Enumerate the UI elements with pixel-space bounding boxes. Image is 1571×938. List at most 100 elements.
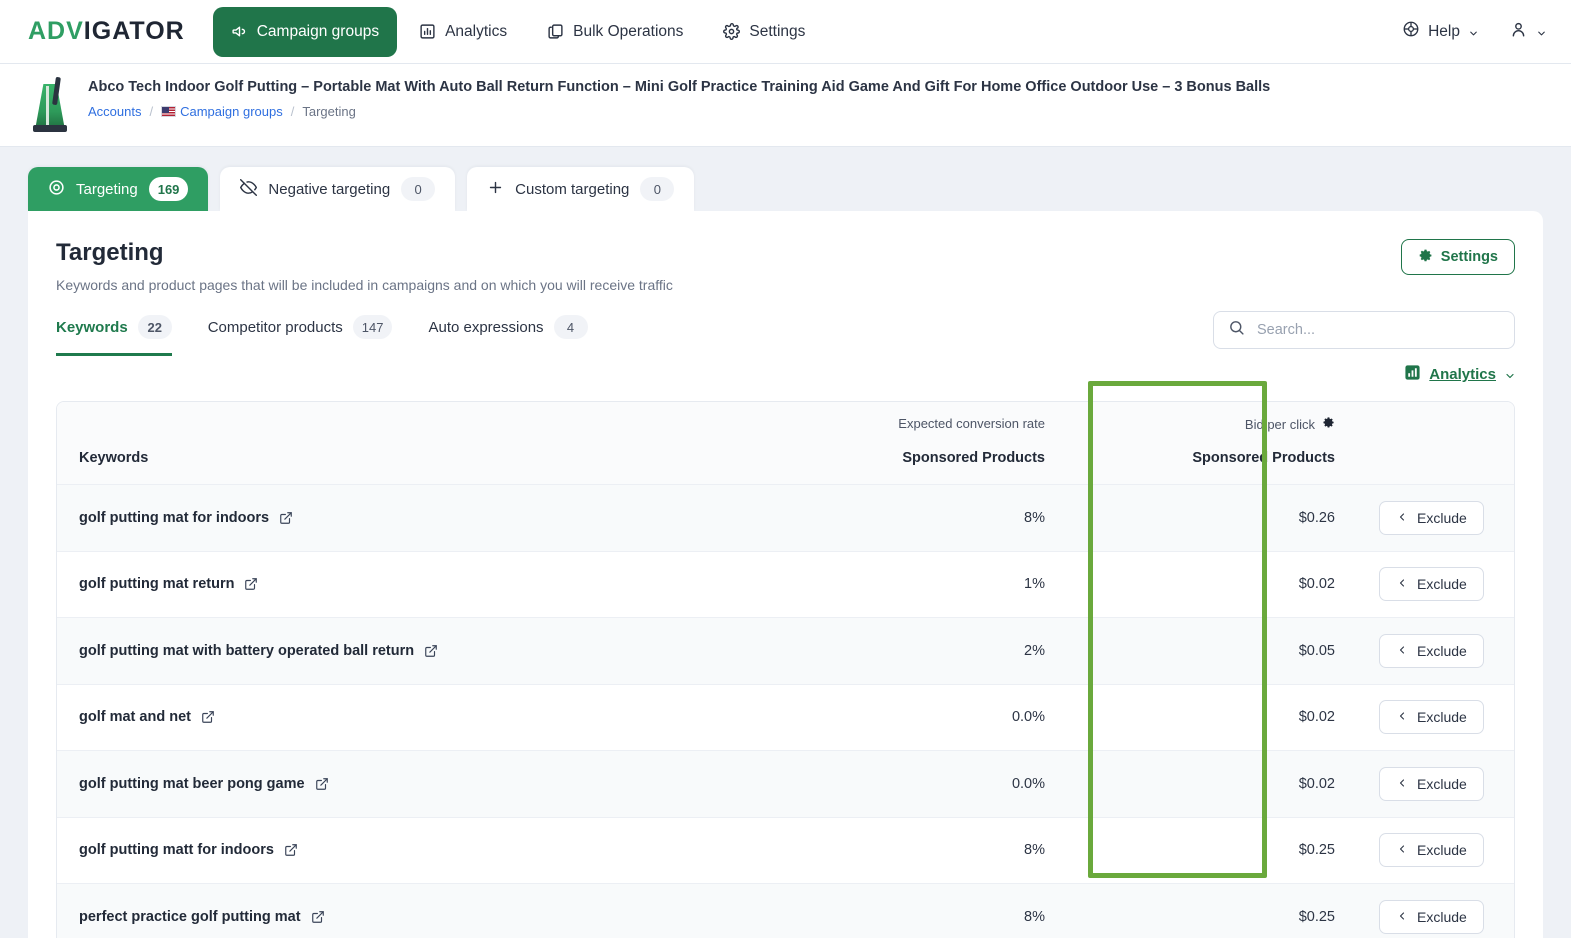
cell-bid-per-click: $0.25 (1298, 909, 1335, 925)
bar-chart-icon (419, 23, 436, 40)
cell-actions: Exclude (1357, 551, 1514, 618)
account-menu[interactable] (1509, 20, 1547, 44)
nav-item-bulk-operations[interactable]: Bulk Operations (529, 9, 701, 55)
keyword-label: golf mat and net (79, 709, 191, 726)
gear-icon (1418, 248, 1433, 267)
cell-bid-per-click: $0.05 (1298, 642, 1335, 659)
exclude-button[interactable]: Exclude (1379, 833, 1484, 868)
chevron-left-icon (1396, 776, 1408, 792)
external-link-icon[interactable] (311, 910, 325, 924)
chevron-down-icon (1536, 26, 1547, 37)
tab-count-badge: 169 (148, 177, 189, 201)
breadcrumb-campaign-groups[interactable]: Campaign groups (161, 104, 283, 119)
cell-actions: Exclude (1357, 751, 1514, 818)
chevron-left-icon (1396, 842, 1408, 858)
us-flag-icon (161, 105, 177, 117)
chevron-down-icon (1504, 369, 1515, 380)
table-row[interactable]: golf putting mat for indoors 8% $0.26 Ex… (57, 484, 1514, 552)
cell-expected-conversion-rate: 8% (1024, 842, 1045, 859)
copy-icon (547, 23, 564, 40)
card-header: Targeting Keywords and product pages tha… (56, 239, 1515, 293)
subtab-auto-expressions[interactable]: Auto expressions 4 (428, 315, 588, 356)
help-menu[interactable]: Help (1402, 20, 1479, 43)
tab-targeting[interactable]: Targeting 169 (28, 167, 209, 211)
cell-keyword: golf putting mat with battery operated b… (57, 618, 677, 685)
chevron-left-icon (1396, 576, 1408, 592)
cell-keyword: golf putting matt for indoors (57, 817, 677, 884)
column-header-bid-per-click[interactable]: Bid per click Sponsored Products (1067, 402, 1357, 485)
table-header: Keywords Expected conversion rate Sponso… (57, 402, 1514, 485)
nav-item-label: Campaign groups (256, 22, 380, 40)
external-link-icon[interactable] (279, 511, 293, 525)
help-label: Help (1428, 22, 1460, 40)
cell-bid-per-click: $0.02 (1298, 576, 1335, 593)
column-header-label: Keywords (79, 450, 149, 466)
subtab-competitor-products[interactable]: Competitor products 147 (208, 315, 393, 356)
external-link-icon[interactable] (284, 843, 298, 857)
exclude-button-label: Exclude (1417, 509, 1467, 526)
app-logo[interactable]: ADVIGATOR (28, 17, 185, 46)
tab-label: Targeting (76, 180, 138, 198)
column-header-actions (1357, 402, 1514, 485)
breadcrumb-separator: / (149, 103, 154, 119)
nav-item-campaign-groups[interactable]: Campaign groups (212, 6, 398, 57)
cell-actions: Exclude (1357, 618, 1514, 685)
tab-label: Negative targeting (268, 180, 391, 198)
cell-expected-conversion-rate: 8% (1024, 509, 1045, 526)
keywords-table: Keywords Expected conversion rate Sponso… (57, 402, 1514, 938)
gear-icon (723, 23, 741, 40)
settings-button[interactable]: Settings (1400, 239, 1515, 275)
external-link-icon[interactable] (315, 777, 329, 791)
nav-item-analytics[interactable]: Analytics (401, 9, 525, 55)
table-row[interactable]: golf mat and net 0.0% $0.02 Exclude (57, 684, 1514, 751)
table-row[interactable]: golf putting matt for indoors 8% $0.25 E… (57, 817, 1514, 884)
tab-custom-targeting[interactable]: Custom targeting 0 (467, 167, 695, 211)
tab-label: Custom targeting (515, 180, 630, 198)
table-row[interactable]: golf putting mat beer pong game 0.0% $0.… (57, 750, 1514, 818)
analytics-label: Analytics (1429, 366, 1496, 383)
breadcrumb: Accounts / Campaign groups / Targeting (88, 104, 1270, 119)
analytics-toggle[interactable]: Analytics (1404, 364, 1515, 385)
nav-item-settings[interactable]: Settings (705, 9, 823, 55)
search-box[interactable] (1213, 311, 1515, 349)
column-header-keywords[interactable]: Keywords (57, 402, 677, 485)
chevron-left-icon (1396, 510, 1408, 526)
tab-negative-targeting[interactable]: Negative targeting 0 (220, 167, 456, 211)
exclude-button[interactable]: Exclude (1379, 900, 1484, 934)
external-link-icon[interactable] (424, 644, 438, 658)
exclude-button[interactable]: Exclude (1379, 567, 1484, 602)
exclude-button-label: Exclude (1417, 909, 1467, 925)
subtab-keywords[interactable]: Keywords 22 (56, 315, 172, 356)
targeting-card: Targeting Keywords and product pages tha… (28, 211, 1543, 938)
exclude-button[interactable]: Exclude (1379, 700, 1484, 735)
table-row[interactable]: golf putting mat return 1% $0.02 Exclude (57, 551, 1514, 618)
table-row[interactable]: golf putting mat with battery operated b… (57, 617, 1514, 685)
exclude-button[interactable]: Exclude (1379, 500, 1484, 535)
tab-count-badge: 0 (401, 177, 436, 201)
targeting-tabs: Targeting 169 Negative targeting 0 Custo… (28, 167, 1543, 211)
cell-actions: Exclude (1357, 485, 1514, 552)
exclude-button-label: Exclude (1417, 775, 1467, 792)
external-link-icon[interactable] (201, 710, 215, 724)
search-input[interactable] (1257, 322, 1500, 338)
card-header-text: Targeting Keywords and product pages tha… (56, 239, 1401, 293)
gear-icon[interactable] (1322, 416, 1335, 432)
cell-expected-conversion-rate: 8% (1024, 909, 1045, 925)
external-link-icon[interactable] (244, 577, 258, 591)
subtab-label: Auto expressions (428, 318, 544, 336)
chevron-down-icon (1468, 26, 1479, 37)
column-header-expected-conversion-rate[interactable]: Expected conversion rate Sponsored Produ… (677, 402, 1067, 485)
column-header-label: Sponsored Products (1192, 450, 1335, 466)
chevron-left-icon (1396, 709, 1408, 725)
exclude-button[interactable]: Exclude (1379, 633, 1484, 668)
table-row[interactable]: perfect practice golf putting mat 8% $0.… (57, 883, 1514, 938)
subtab-label: Keywords (56, 318, 128, 336)
cell-keyword: golf putting mat return (57, 551, 677, 618)
chevron-left-icon (1396, 909, 1408, 925)
page-title: Targeting (56, 239, 164, 266)
exclude-button[interactable]: Exclude (1379, 766, 1484, 801)
exclude-button-label: Exclude (1417, 642, 1467, 659)
logo-text-first: ADV (28, 17, 84, 45)
column-group-label: Bid per click (1244, 416, 1315, 432)
breadcrumb-accounts[interactable]: Accounts (88, 104, 141, 119)
